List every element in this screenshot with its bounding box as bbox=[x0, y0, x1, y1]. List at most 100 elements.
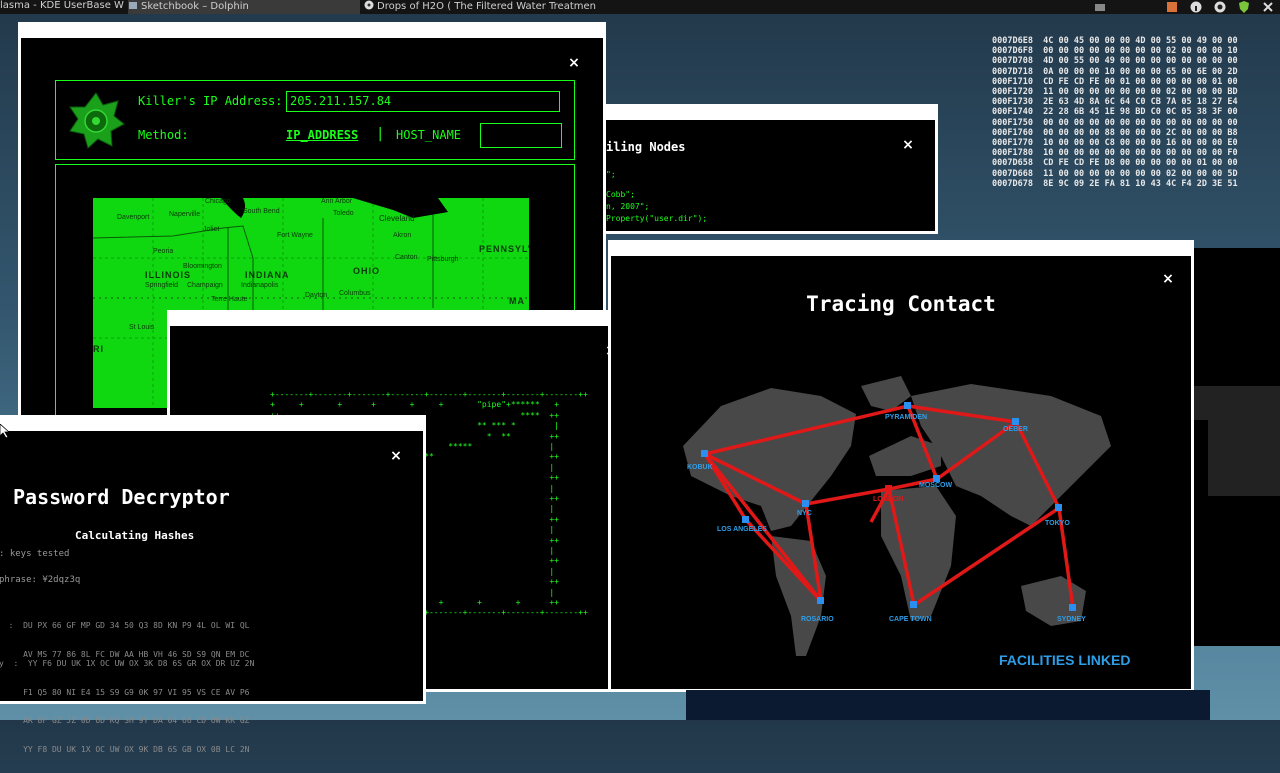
world-trace-map bbox=[683, 376, 1111, 656]
hex-line: 0007D678 8E 9C 09 2E FA 81 10 43 4C F4 2… bbox=[992, 178, 1238, 189]
node-sydney bbox=[1069, 604, 1076, 611]
hex-line: 000F1750 00 00 00 00 00 00 00 00 00 00 0… bbox=[992, 117, 1238, 128]
code-line: n, 2007"; bbox=[606, 202, 650, 211]
task-label: lasma - KDE UserBase Wiki bbox=[0, 0, 124, 11]
music-disc-icon bbox=[364, 0, 374, 10]
map-city: Dayton bbox=[305, 292, 328, 299]
task-kde-userbase[interactable]: lasma - KDE UserBase Wiki bbox=[0, 0, 124, 14]
close-icon[interactable]: × bbox=[567, 56, 581, 70]
node-london bbox=[885, 485, 892, 492]
background-window bbox=[1188, 248, 1280, 646]
hash-row: YY F8 DU UK 1X OC UW OX 9K DB 6S GB OX 0… bbox=[0, 744, 250, 754]
hex-line: 000F1740 22 28 6B 45 1E 98 BD C0 0C 05 3… bbox=[992, 107, 1238, 118]
node-label: SYDNEY bbox=[1057, 616, 1086, 623]
record-icon[interactable] bbox=[1214, 1, 1226, 13]
mouse-cursor-icon bbox=[0, 424, 10, 438]
node-label: PYRAMIDEN bbox=[885, 414, 928, 421]
map-state: INDIANA bbox=[245, 270, 290, 280]
hash-row: AR 8F GZ JZ 0D UD KQ SH 9Y DA 04 66 CD O… bbox=[0, 716, 250, 725]
node-rosario bbox=[817, 597, 824, 604]
hex-line: 0007D6E8 4C 00 45 00 00 00 4D 00 55 00 4… bbox=[992, 36, 1238, 46]
hex-line: 000F1780 10 00 00 00 00 00 00 00 00 00 0… bbox=[992, 148, 1238, 159]
map-city: Fort Wayne bbox=[277, 232, 313, 239]
code-line: "; bbox=[606, 170, 616, 179]
map-state: RI bbox=[93, 344, 104, 354]
tools-icon[interactable] bbox=[1262, 1, 1274, 13]
police-badge-icon bbox=[69, 92, 125, 149]
node-oeber bbox=[1012, 418, 1019, 425]
taskbar: lasma - KDE UserBase Wiki Sketchbook – D… bbox=[0, 0, 1280, 14]
tracing-contact-window: × Tracing Contact KOBUK PYRAMIDEN OEBER … bbox=[608, 240, 1194, 692]
map-state: MA bbox=[509, 296, 525, 306]
map-city: St Louis bbox=[129, 324, 155, 331]
continent-europe bbox=[869, 436, 941, 476]
map-city: Chicago bbox=[205, 198, 231, 205]
app-icon[interactable] bbox=[1166, 1, 1178, 13]
map-city: Pittsburgh bbox=[427, 256, 459, 263]
hex-line: 000F1730 2E 63 4D 8A 6C 64 C0 CB 7A 05 1… bbox=[992, 97, 1238, 108]
map-city: Bloomington bbox=[183, 263, 222, 270]
hex-dump: 0007D6E8 4C 00 45 00 00 00 4D 00 55 00 4… bbox=[992, 36, 1280, 236]
node-cape-town bbox=[910, 601, 917, 608]
map-city: Columbus bbox=[339, 290, 371, 297]
hex-line: 0007D718 0A 00 00 00 10 00 00 00 65 00 6… bbox=[992, 66, 1238, 77]
compiling-nodes-window: iling Nodes × "; Cobb"; n, 2007"; Proper… bbox=[600, 104, 938, 234]
close-icon[interactable]: × bbox=[901, 138, 915, 152]
passphrase-text: phrase: ¥2dqz3q bbox=[0, 575, 81, 585]
task-drops-of-h2o[interactable]: Drops of H2O ( The Filtered Water Treatm… bbox=[364, 0, 596, 14]
close-icon[interactable]: × bbox=[1161, 272, 1175, 286]
pipe-line: +-------+-------+-------+-------+-------… bbox=[270, 390, 588, 399]
hex-line: 000F1720 11 00 00 00 00 00 00 00 02 00 0… bbox=[992, 87, 1238, 98]
task-label: Sketchbook – Dolphin bbox=[141, 1, 249, 12]
shield-check-icon[interactable] bbox=[1238, 1, 1250, 13]
node-pyramiden bbox=[904, 402, 911, 409]
window-title: iling Nodes bbox=[606, 140, 686, 154]
ip-address-field[interactable]: 205.211.157.84 bbox=[286, 91, 560, 112]
map-city: Cleveland bbox=[379, 214, 415, 223]
map-city: Terre Haute bbox=[211, 296, 248, 303]
host-name-field[interactable] bbox=[480, 123, 562, 148]
info-icon[interactable] bbox=[1190, 1, 1202, 13]
hash-row: : DU PX 66 GF MP GD 34 50 Q3 8D KN P9 4L… bbox=[0, 621, 250, 630]
node-tokyo bbox=[1055, 504, 1062, 511]
window-title: Tracing Contact bbox=[806, 292, 996, 316]
battery-icon[interactable] bbox=[1094, 1, 1106, 13]
hex-line: 0007D658 CD FE CD FE D8 00 00 00 00 00 0… bbox=[992, 158, 1238, 169]
background-window-strip bbox=[686, 690, 1210, 720]
map-city: Indianapolis bbox=[241, 282, 279, 289]
keys-tested-text: : keys tested bbox=[0, 549, 70, 559]
map-city: South Bend bbox=[243, 208, 280, 215]
hash-grid: y : YY F6 DU UK 1X OC UW OX 3K D8 6S GR … bbox=[0, 640, 254, 773]
node-label: KOBUK bbox=[687, 464, 713, 471]
node-label: LONDON bbox=[873, 496, 904, 503]
node-label: MOSCOW bbox=[919, 482, 953, 489]
password-decryptor-window: × Password Decryptor Calculating Hashes … bbox=[0, 415, 426, 754]
node-label: OEBER bbox=[1003, 426, 1028, 433]
map-city: Davenport bbox=[117, 214, 150, 221]
map-city: Champaign bbox=[187, 282, 223, 289]
close-icon[interactable]: × bbox=[389, 449, 403, 463]
map-state: OHIO bbox=[353, 266, 381, 276]
task-dolphin[interactable]: Sketchbook – Dolphin bbox=[128, 0, 360, 14]
node-nyc bbox=[802, 500, 809, 507]
map-state: PENNSYLV bbox=[479, 244, 529, 254]
method-ip-address-link[interactable]: IP_ADDRESS bbox=[286, 128, 358, 142]
map-city: Ann Arbor bbox=[321, 198, 353, 205]
hex-line: 000F1770 10 00 00 00 C8 00 00 00 16 00 0… bbox=[992, 138, 1238, 149]
method-host-name-link[interactable]: HOST_NAME bbox=[396, 128, 461, 142]
code-line: Property("user.dir"); bbox=[606, 214, 708, 223]
task-label: Drops of H2O ( The Filtered Water Treatm… bbox=[377, 1, 596, 12]
node-moscow bbox=[933, 475, 940, 482]
node-label: TOKYO bbox=[1045, 520, 1070, 527]
hex-line: 0007D708 4D 00 55 00 49 00 00 00 00 00 0… bbox=[992, 56, 1238, 67]
pipe-line: + + + + + + "pipe"+****** + bbox=[270, 400, 559, 410]
map-city: Canton bbox=[395, 254, 418, 261]
ip-address-label: Killer's IP Address: bbox=[138, 94, 283, 108]
hex-line: 000F1760 00 00 00 00 88 00 00 00 2C 00 0… bbox=[992, 127, 1238, 138]
node-label: LOS ANGELES bbox=[717, 526, 767, 533]
hex-line: 0007D6F8 00 00 00 00 00 00 00 00 02 00 0… bbox=[992, 46, 1238, 57]
hash-row: y : YY F6 DU UK 1X OC UW OX 3K D8 6S GR … bbox=[0, 659, 255, 668]
facilities-linked-status: FACILITIES LINKED bbox=[999, 652, 1131, 668]
method-separator: | bbox=[376, 126, 385, 142]
window-subtitle: Calculating Hashes bbox=[75, 529, 195, 542]
